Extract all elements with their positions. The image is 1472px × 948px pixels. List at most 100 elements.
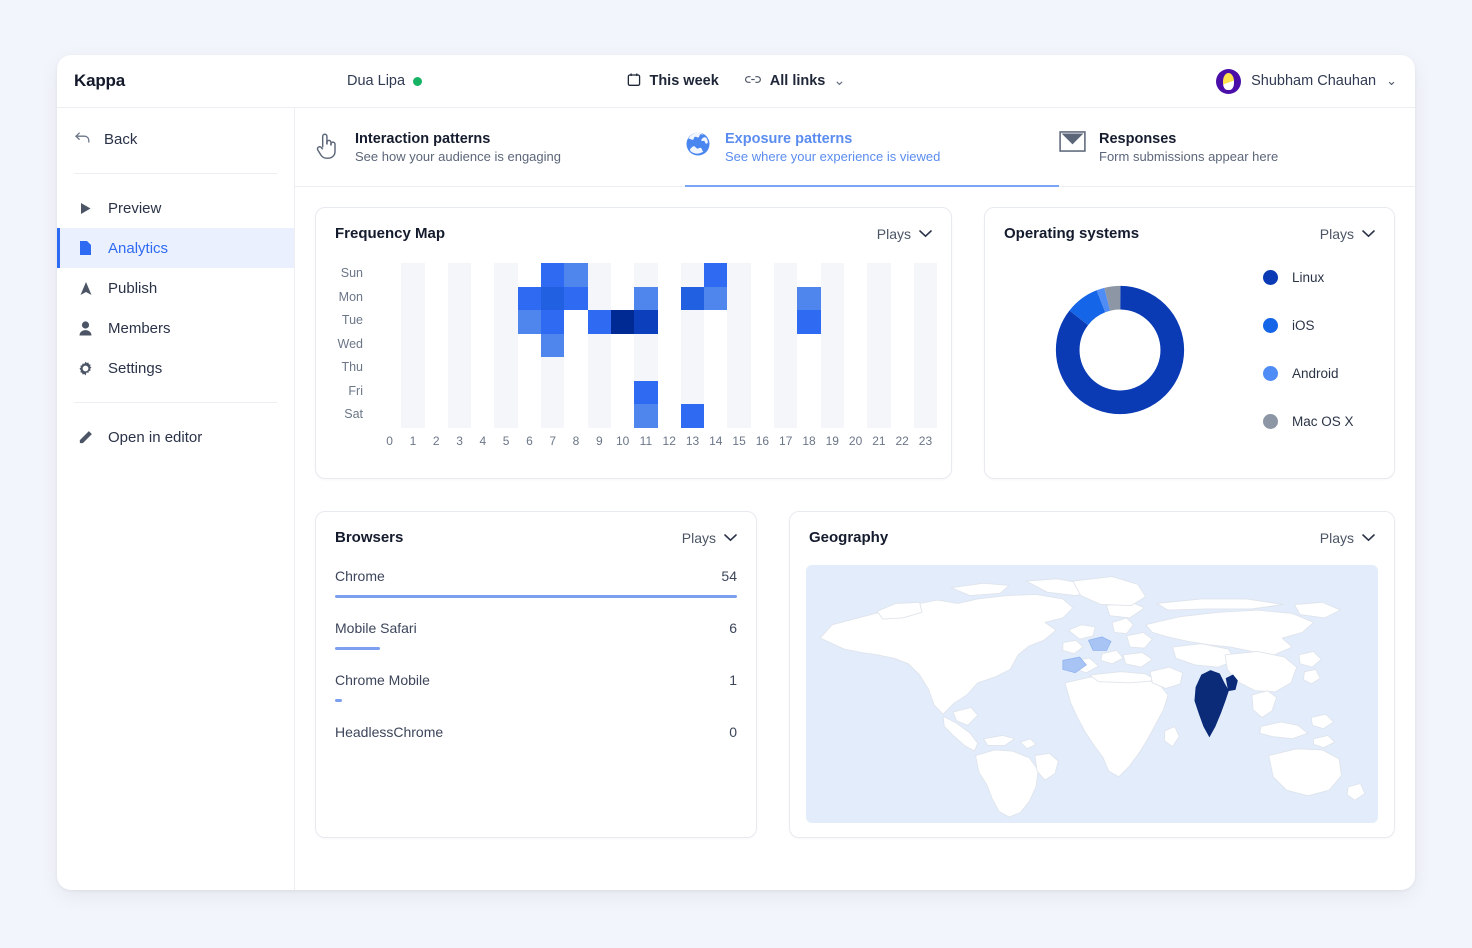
heatmap-cell[interactable]: [634, 286, 658, 310]
heatmap-cell[interactable]: [844, 263, 867, 287]
heatmap-cell[interactable]: [401, 334, 424, 358]
heatmap-cell[interactable]: [611, 263, 634, 287]
heatmap-cell[interactable]: [681, 334, 704, 358]
heatmap-cell[interactable]: [774, 310, 797, 334]
heatmap-cell[interactable]: [844, 310, 867, 334]
heatmap-cell[interactable]: [634, 334, 657, 358]
heatmap-cell[interactable]: [891, 263, 914, 287]
heatmap-cell[interactable]: [680, 404, 705, 428]
heatmap-cell[interactable]: [867, 357, 890, 381]
heatmap-cell[interactable]: [681, 263, 704, 287]
heatmap-cell[interactable]: [727, 287, 750, 311]
heatmap-cell[interactable]: [541, 357, 564, 381]
heatmap-cell[interactable]: [634, 263, 657, 287]
heatmap-cell[interactable]: [914, 381, 937, 405]
heatmap-cell[interactable]: [378, 334, 401, 358]
heatmap-cell[interactable]: [867, 287, 890, 311]
heatmap-cell[interactable]: [471, 357, 494, 381]
heatmap-cell[interactable]: [401, 381, 424, 405]
heatmap-cell[interactable]: [681, 381, 704, 405]
heatmap-cell[interactable]: [681, 357, 704, 381]
heatmap-cell[interactable]: [914, 334, 937, 358]
heatmap-cell[interactable]: [610, 310, 635, 334]
heatmap-cell[interactable]: [821, 381, 844, 405]
heatmap-cell[interactable]: [425, 287, 448, 311]
heatmap-cell[interactable]: [844, 334, 867, 358]
heatmap-cell[interactable]: [378, 381, 401, 405]
heatmap-cell[interactable]: [914, 404, 937, 428]
heatmap-cell[interactable]: [448, 357, 471, 381]
heatmap-cell[interactable]: [494, 263, 517, 287]
heatmap-cell[interactable]: [727, 334, 750, 358]
heatmap-cell[interactable]: [541, 381, 564, 405]
heatmap-cell[interactable]: [541, 263, 565, 287]
heatmap-cell[interactable]: [891, 334, 914, 358]
browser-row[interactable]: Chrome 54: [335, 568, 737, 598]
heatmap-cell[interactable]: [867, 263, 890, 287]
heatmap-cell[interactable]: [751, 287, 774, 311]
heatmap-cell[interactable]: [727, 404, 750, 428]
heatmap-cell[interactable]: [425, 334, 448, 358]
heatmap-cell[interactable]: [611, 404, 634, 428]
heatmap-cell[interactable]: [821, 263, 844, 287]
heatmap-cell[interactable]: [588, 287, 611, 311]
heatmap-cell[interactable]: [727, 263, 750, 287]
heatmap-cell[interactable]: [751, 404, 774, 428]
heatmap-cell[interactable]: [634, 404, 658, 428]
brand-logo[interactable]: Kappa: [57, 71, 295, 91]
geography-metric-selector[interactable]: Plays: [1320, 530, 1375, 546]
heatmap-cell[interactable]: [494, 381, 517, 405]
heatmap-cell[interactable]: [471, 381, 494, 405]
heatmap-cell[interactable]: [425, 404, 448, 428]
heatmap-cell[interactable]: [844, 404, 867, 428]
heatmap-cell[interactable]: [658, 404, 681, 428]
heatmap-cell[interactable]: [494, 404, 517, 428]
heatmap-cell[interactable]: [704, 286, 728, 310]
heatmap-cell[interactable]: [587, 310, 611, 334]
heatmap-cell[interactable]: [891, 287, 914, 311]
heatmap-cell[interactable]: [425, 263, 448, 287]
heatmap-cell[interactable]: [518, 381, 541, 405]
heatmap-cell[interactable]: [774, 357, 797, 381]
tab-responses[interactable]: Responses Form submissions appear here: [1059, 108, 1395, 186]
heatmap-cell[interactable]: [517, 286, 542, 310]
heatmap-cell[interactable]: [821, 404, 844, 428]
heatmap-cell[interactable]: [401, 357, 424, 381]
heatmap-cell[interactable]: [518, 357, 541, 381]
heatmap-cell[interactable]: [425, 381, 448, 405]
heatmap-cell[interactable]: [564, 357, 587, 381]
heatmap-cell[interactable]: [471, 287, 494, 311]
heatmap-cell[interactable]: [471, 334, 494, 358]
heatmap-cell[interactable]: [774, 263, 797, 287]
links-filter-selector[interactable]: All links ⌄: [745, 73, 846, 90]
heatmap-cell[interactable]: [704, 310, 727, 334]
heatmap-cell[interactable]: [448, 287, 471, 311]
heatmap-cell[interactable]: [471, 310, 494, 334]
heatmap-cell[interactable]: [914, 263, 937, 287]
heatmap-cell[interactable]: [564, 310, 587, 334]
heatmap-cell[interactable]: [448, 310, 471, 334]
heatmap-cell[interactable]: [378, 404, 401, 428]
heatmap-cell[interactable]: [844, 287, 867, 311]
heatmap-cell[interactable]: [774, 381, 797, 405]
heatmap-cell[interactable]: [797, 310, 821, 334]
heatmap-cell[interactable]: [821, 334, 844, 358]
heatmap-cell[interactable]: [588, 334, 611, 358]
heatmap-cell[interactable]: [658, 334, 681, 358]
heatmap-cell[interactable]: [448, 263, 471, 287]
heatmap-cell[interactable]: [611, 381, 634, 405]
heatmap-cell[interactable]: [867, 404, 890, 428]
heatmap-cell[interactable]: [494, 357, 517, 381]
heatmap-cell[interactable]: [611, 334, 634, 358]
heatmap-cell[interactable]: [797, 357, 820, 381]
donut-segment-mac-os-x[interactable]: [1055, 285, 1185, 414]
heatmap-cell[interactable]: [494, 334, 517, 358]
heatmap-cell[interactable]: [867, 334, 890, 358]
browser-row[interactable]: HeadlessChrome 0: [335, 724, 737, 754]
heatmap-cell[interactable]: [891, 357, 914, 381]
heatmap-cell[interactable]: [844, 357, 867, 381]
sidebar-item-open-in-editor[interactable]: Open in editor: [57, 417, 294, 457]
heatmap-cell[interactable]: [844, 381, 867, 405]
heatmap-cell[interactable]: [401, 404, 424, 428]
browsers-metric-selector[interactable]: Plays: [682, 530, 737, 546]
